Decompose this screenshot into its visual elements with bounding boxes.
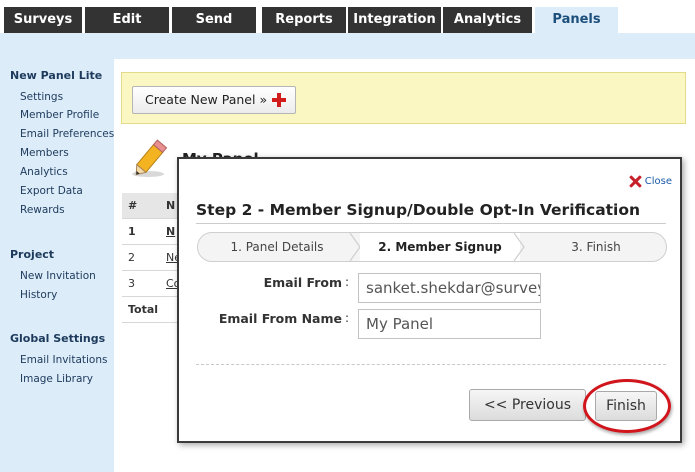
- email-from-field[interactable]: sanket.shekdar@survey: [358, 273, 541, 303]
- table-row: 3 Co: [122, 271, 182, 297]
- table-cell: 3: [128, 277, 135, 290]
- table-cell: 2: [128, 251, 135, 264]
- tab-reports[interactable]: Reports: [262, 7, 346, 33]
- close-button[interactable]: Close: [629, 175, 672, 188]
- dashed-divider: [196, 364, 666, 365]
- sidebar-heading-new-panel-lite: New Panel Lite: [10, 69, 103, 82]
- sidebar-item-members[interactable]: Members: [20, 147, 69, 159]
- tab-integration[interactable]: Integration: [348, 7, 441, 33]
- tab-analytics[interactable]: Analytics: [443, 7, 532, 33]
- email-from-colon: :: [345, 275, 350, 289]
- wizard-steps: 1. Panel Details 2. Member Signup 3. Fin…: [197, 232, 667, 262]
- sidebar-item-analytics[interactable]: Analytics: [20, 166, 68, 178]
- sidebar-item-new-invitation[interactable]: New Invitation: [20, 270, 96, 282]
- sub-nav-bar: [0, 33, 695, 59]
- table-header-name: N: [166, 199, 176, 212]
- top-navigation: Surveys Edit Survey Send Survey Reports …: [0, 0, 695, 53]
- sidebar-heading-global-settings: Global Settings: [10, 332, 106, 345]
- table-total-label: Total: [128, 303, 159, 316]
- wizard-step-member-signup: 2. Member Signup: [360, 233, 520, 261]
- pencil-icon: [132, 139, 168, 177]
- add-plus-icon: [272, 93, 286, 107]
- tab-send-survey[interactable]: Send Survey: [172, 7, 256, 53]
- email-from-label: Email From: [263, 275, 342, 290]
- close-label[interactable]: Close: [645, 176, 672, 187]
- close-icon[interactable]: [629, 175, 642, 188]
- table-header-number: #: [128, 199, 138, 212]
- sidebar-item-rewards[interactable]: Rewards: [20, 204, 65, 216]
- tab-panels[interactable]: Panels: [535, 7, 618, 36]
- dialog-title: Step 2 - Member Signup/Double Opt-In Ver…: [196, 201, 641, 219]
- sidebar-item-settings[interactable]: Settings: [20, 91, 63, 103]
- table-header-row: # N: [122, 193, 182, 219]
- sidebar-item-export-data[interactable]: Export Data: [20, 185, 83, 197]
- sidebar-item-history[interactable]: History: [20, 289, 57, 301]
- table-row: 1 N: [122, 219, 182, 245]
- sidebar-item-member-profile[interactable]: Member Profile: [20, 109, 99, 121]
- previous-button[interactable]: << Previous: [469, 389, 586, 421]
- email-from-name-field[interactable]: My Panel: [358, 309, 541, 339]
- title-divider: [196, 223, 666, 224]
- table-cell: 1: [128, 225, 136, 238]
- table-row: 2 Ne: [122, 245, 182, 271]
- table-total-row: Total: [122, 297, 182, 323]
- wizard-step-panel-details: 1. Panel Details: [230, 240, 324, 254]
- email-from-name-label: Email From Name: [218, 311, 342, 326]
- tab-edit-survey[interactable]: Edit Survey: [85, 7, 169, 53]
- sidebar-item-image-library[interactable]: Image Library: [20, 373, 93, 385]
- sidebar-heading-project: Project: [10, 248, 55, 261]
- wizard-step-finish: 3. Finish: [571, 240, 621, 254]
- create-new-panel-label: Create New Panel »: [145, 92, 268, 107]
- table-link[interactable]: N: [166, 225, 175, 238]
- highlight-circle: [583, 379, 671, 433]
- sidebar-item-email-preferences[interactable]: Email Preferences: [20, 128, 114, 140]
- sidebar-item-email-invitations[interactable]: Email Invitations: [20, 354, 108, 366]
- tab-surveys[interactable]: Surveys: [4, 7, 82, 33]
- signup-wizard-dialog: Close Step 2 - Member Signup/Double Opt-…: [177, 157, 682, 443]
- email-from-name-colon: :: [345, 311, 350, 325]
